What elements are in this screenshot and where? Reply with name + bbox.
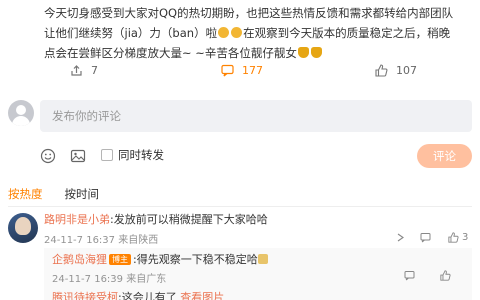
image-upload-button[interactable] (70, 148, 86, 168)
reply-icon (420, 233, 431, 243)
reply-meta: 24-11-7 16:39 来自广东 (52, 270, 166, 285)
comment-count: 177 (242, 64, 263, 77)
like-icon (375, 64, 388, 77)
comment-text-line: 路明非是小弟:发放前可以稍微提醒下大家哈哈 (44, 212, 268, 228)
reply-icon (404, 271, 415, 281)
like-icon (448, 232, 459, 243)
reply-list: 企鹅岛海狸 博主:得先观察一下稳不稳定哈 24-11-7 16:39 来自广东 腾… (44, 248, 472, 300)
post-text-line-2b: 在观察到今天版本的质量稳定之后，稍晚 (243, 26, 451, 40)
post-text: 今天切身感受到大家对QQ的热切期盼，也把这些热情反馈和需求都转给内部团队 让他们… (44, 3, 472, 63)
comment-like-button[interactable]: 3 (448, 232, 468, 243)
post-action-bar: 7 177 107 (0, 64, 480, 82)
reply-text: :得先观察一下稳不稳定哈 (133, 253, 258, 266)
comment-button[interactable]: 177 (221, 64, 263, 77)
divider (8, 206, 472, 207)
avatar-face (15, 217, 31, 235)
comment-sort-tabs: 按热度 按时间 (8, 186, 99, 202)
comment-time: 24-11-7 16:37 (44, 235, 116, 246)
tab-sort-by-hot[interactable]: 按热度 (8, 186, 43, 202)
reply-reply-button[interactable] (404, 270, 415, 281)
like-count: 107 (396, 64, 417, 77)
composer-toolbar: 同时转发 评论 (0, 144, 480, 168)
laugh-emoji-icon (231, 27, 243, 38)
author-badge: 博主 (109, 254, 131, 265)
emoji-icon (40, 148, 56, 164)
more-button[interactable] (395, 232, 406, 243)
repost-checkbox[interactable] (101, 149, 113, 161)
comment-icon (221, 64, 234, 77)
image-icon (70, 149, 86, 163)
like-icon (440, 270, 451, 281)
like-button[interactable]: 107 (375, 64, 417, 77)
reply-username[interactable]: 腾讯待接受柯 (52, 291, 118, 300)
post-text-line-2: 让他们继续努（jia）力（ban）啦 在观察到今天版本的质量稳定之后，稍晚 (44, 23, 472, 43)
reply-username[interactable]: 企鹅岛海狸 (52, 253, 107, 266)
reply-text: :这会儿有了 (118, 291, 177, 300)
commenter-username[interactable]: 路明非是小弟 (44, 213, 110, 226)
share-count: 7 (91, 64, 98, 77)
reply-time: 24-11-7 16:39 (52, 274, 124, 285)
my-avatar[interactable] (8, 100, 34, 126)
trophy-emoji-icon (297, 47, 309, 58)
reply-item: 腾讯待接受柯:这会儿有了 查看图片 (52, 290, 224, 300)
emoji-icon (257, 254, 268, 264)
tab-sort-by-time[interactable]: 按时间 (65, 186, 100, 202)
comment-like-count: 3 (462, 232, 469, 243)
repost-option[interactable]: 同时转发 (101, 147, 164, 163)
post-text-line-3: 点会在尝鲜区分梯度放大量~ ~辛苦各位靓仔靓女 (44, 43, 472, 63)
share-button[interactable]: 7 (70, 64, 98, 77)
post-text-line-3-text: 点会在尝鲜区分梯度放大量~ ~辛苦各位靓仔靓女 (44, 46, 297, 60)
comment-input[interactable] (40, 100, 472, 132)
laugh-emoji-icon (218, 27, 230, 38)
emoji-picker-button[interactable] (40, 148, 56, 168)
reply-item: 企鹅岛海狸 博主:得先观察一下稳不稳定哈 (52, 252, 268, 268)
comment-text: :发放前可以稍微提醒下大家哈哈 (110, 213, 268, 226)
view-image-link[interactable]: 查看图片 (180, 291, 224, 300)
comment-location: 来自陕西 (118, 235, 159, 246)
trophy-emoji-icon (310, 47, 322, 58)
repost-label: 同时转发 (118, 148, 164, 162)
reply-button[interactable] (420, 232, 431, 243)
reply-location: 来自广东 (126, 274, 167, 285)
submit-comment-button[interactable]: 评论 (417, 144, 472, 168)
share-icon (71, 65, 82, 76)
post-text-line-2a: 让他们继续努（jia）力（ban）啦 (44, 26, 218, 40)
post-text-line-1: 今天切身感受到大家对QQ的热切期盼，也把这些热情反馈和需求都转给内部团队 (44, 6, 454, 20)
more-icon (397, 233, 404, 242)
commenter-avatar[interactable] (8, 213, 38, 243)
comment-meta: 24-11-7 16:37 来自陕西 (44, 231, 158, 246)
reply-like-button[interactable] (440, 270, 451, 281)
